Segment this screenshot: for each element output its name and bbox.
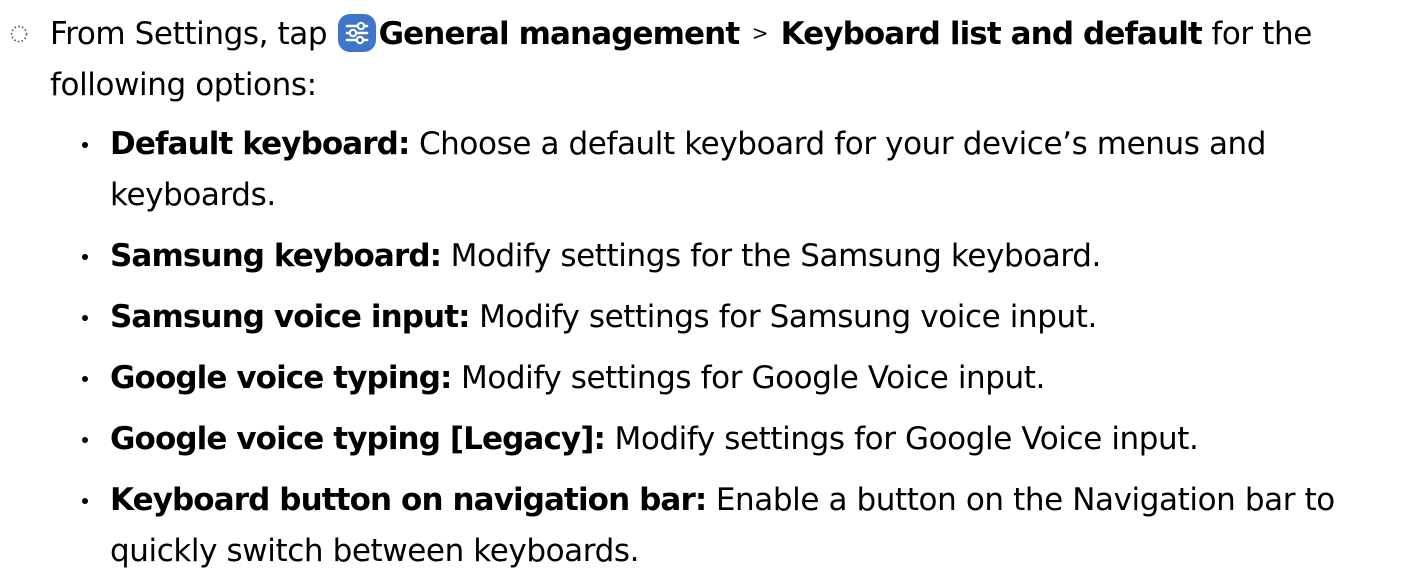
menu-path-general-management: General management bbox=[378, 16, 741, 52]
lead-text: From Settings, tap bbox=[50, 16, 328, 52]
instruction-page: From Settings, tap General management > … bbox=[0, 0, 1408, 574]
option-samsung-voice-input: Samsung voice input: Modify settings for… bbox=[0, 292, 1400, 343]
bullet-icon bbox=[82, 376, 88, 382]
bullet-icon bbox=[82, 498, 88, 504]
bullet-icon bbox=[82, 254, 88, 260]
option-google-voice-typing-legacy: Google voice typing [Legacy]: Modify set… bbox=[0, 414, 1400, 465]
option-description: Modify settings for Google Voice input. bbox=[614, 421, 1199, 457]
option-term: Google voice typing: bbox=[110, 360, 452, 396]
option-term: Keyboard button on navigation bar: bbox=[110, 482, 707, 518]
options-list: Default keyboard: Choose a default keybo… bbox=[0, 119, 1408, 587]
option-description: Modify settings for Samsung voice input. bbox=[479, 299, 1097, 335]
bullet-icon bbox=[82, 315, 88, 321]
option-term: Samsung keyboard: bbox=[110, 238, 442, 274]
option-default-keyboard: Default keyboard: Choose a default keybo… bbox=[0, 119, 1400, 221]
bullet-icon bbox=[82, 437, 88, 443]
option-term: Samsung voice input: bbox=[110, 299, 471, 335]
option-description: Modify settings for the Samsung keyboard… bbox=[450, 238, 1102, 274]
option-samsung-keyboard: Samsung keyboard: Modify settings for th… bbox=[0, 231, 1400, 282]
option-google-voice-typing: Google voice typing: Modify settings for… bbox=[0, 353, 1400, 404]
step-instruction: From Settings, tap General management > … bbox=[50, 8, 1390, 111]
bullet-icon bbox=[82, 142, 88, 148]
option-description: Modify settings for Google Voice input. bbox=[460, 360, 1046, 396]
option-keyboard-button-nav-bar: Keyboard button on navigation bar: Enabl… bbox=[0, 475, 1400, 577]
settings-sliders-icon bbox=[337, 14, 376, 52]
option-term: Default keyboard: bbox=[110, 126, 410, 162]
menu-path-separator: > bbox=[751, 21, 769, 45]
menu-path-keyboard-list: Keyboard list and default bbox=[780, 16, 1203, 52]
option-term: Google voice typing [Legacy]: bbox=[110, 421, 606, 457]
step-circle-icon bbox=[10, 25, 28, 43]
